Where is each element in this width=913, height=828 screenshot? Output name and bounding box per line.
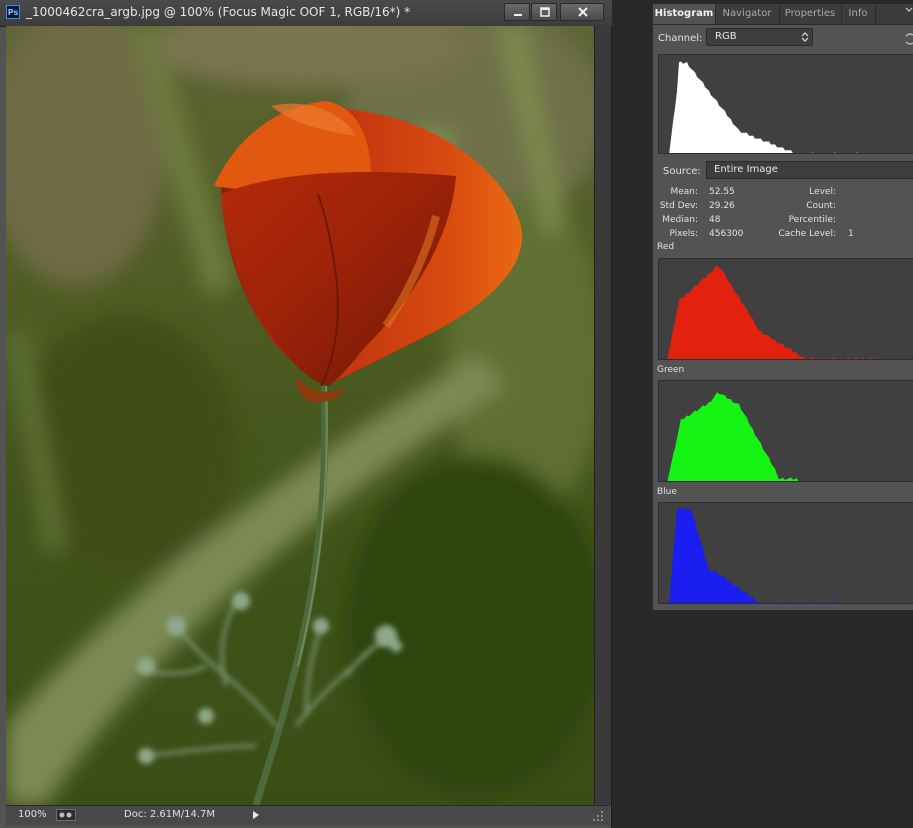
refresh-icon[interactable]: [906, 32, 913, 46]
zoom-level[interactable]: 100%: [18, 809, 47, 820]
tab-properties[interactable]: Properties: [779, 4, 842, 24]
image-canvas[interactable]: [6, 26, 594, 805]
minimize-button[interactable]: [504, 3, 530, 21]
poppy-photo: [6, 26, 594, 805]
stat-pixels-label: Pixels:: [669, 229, 698, 239]
histogram-area: [667, 265, 879, 359]
maximize-button[interactable]: [531, 3, 557, 21]
source-value: Entire Image: [714, 164, 778, 175]
maximize-icon: [540, 7, 550, 17]
tab-info[interactable]: Info: [841, 4, 876, 24]
channel-value: RGB: [715, 31, 737, 42]
close-icon: [578, 7, 588, 17]
select-arrows-icon: [801, 32, 809, 42]
status-menu-arrow-icon[interactable]: [252, 810, 260, 820]
document-window: Ps _1000462cra_argb.jpg @ 100% (Focus Ma…: [0, 0, 612, 828]
stat-count-label: Count:: [806, 201, 836, 211]
stat-mean-value: 52.55: [709, 187, 735, 197]
histogram-area: [669, 61, 872, 153]
vertical-scrollbar[interactable]: [594, 26, 611, 805]
source-label: Source:: [663, 166, 701, 177]
histogram-area: [669, 507, 837, 603]
histogram-area: [667, 392, 799, 481]
stat-level-label: Level:: [809, 187, 836, 197]
stat-pixels-value: 456300: [709, 229, 744, 239]
stat-median-label: Median:: [662, 215, 698, 225]
resize-grip-icon[interactable]: [592, 810, 604, 822]
green-channel-label: Green: [657, 365, 685, 375]
tab-histogram[interactable]: Histogram: [653, 4, 716, 24]
stat-mean-label: Mean:: [670, 187, 698, 197]
histogram-panel: Histogram Navigator Properties Info Chan…: [652, 4, 913, 610]
document-titlebar[interactable]: Ps _1000462cra_argb.jpg @ 100% (Focus Ma…: [0, 0, 612, 27]
panel-menu-icon[interactable]: [905, 6, 913, 14]
composite-histogram-graph: [669, 61, 872, 153]
status-view-icon[interactable]: [56, 809, 76, 821]
composite-histogram: [658, 54, 913, 154]
source-select[interactable]: Entire Image: [706, 161, 913, 179]
stat-cache-level-value: 1: [848, 229, 854, 239]
tab-navigator[interactable]: Navigator: [715, 4, 780, 24]
green-histogram-graph: [667, 392, 799, 481]
red-histogram-graph: [667, 265, 879, 359]
green-histogram: [658, 380, 913, 482]
stat-stddev-value: 29.26: [709, 201, 735, 211]
red-histogram: [658, 258, 913, 360]
blue-histogram: [658, 502, 913, 604]
document-size: Doc: 2.61M/14.7M: [124, 809, 216, 820]
red-channel-label: Red: [657, 242, 675, 252]
status-bar: 100% Doc: 2.61M/14.7M: [6, 805, 610, 826]
blue-histogram-graph: [669, 507, 837, 603]
stat-stddev-label: Std Dev:: [659, 201, 698, 211]
photoshop-logo-icon: Ps: [6, 5, 20, 19]
channel-select[interactable]: RGB: [706, 28, 813, 46]
close-button[interactable]: [560, 3, 604, 21]
document-title: _1000462cra_argb.jpg @ 100% (Focus Magic…: [26, 5, 411, 19]
minimize-icon: [514, 14, 522, 16]
panel-tab-strip: Histogram Navigator Properties Info: [653, 4, 913, 25]
blue-channel-label: Blue: [657, 487, 677, 497]
stat-median-value: 48: [709, 215, 721, 225]
stat-percentile-label: Percentile:: [788, 215, 836, 225]
stat-cache-level-label: Cache Level:: [778, 229, 836, 239]
channel-label: Channel:: [658, 33, 703, 44]
